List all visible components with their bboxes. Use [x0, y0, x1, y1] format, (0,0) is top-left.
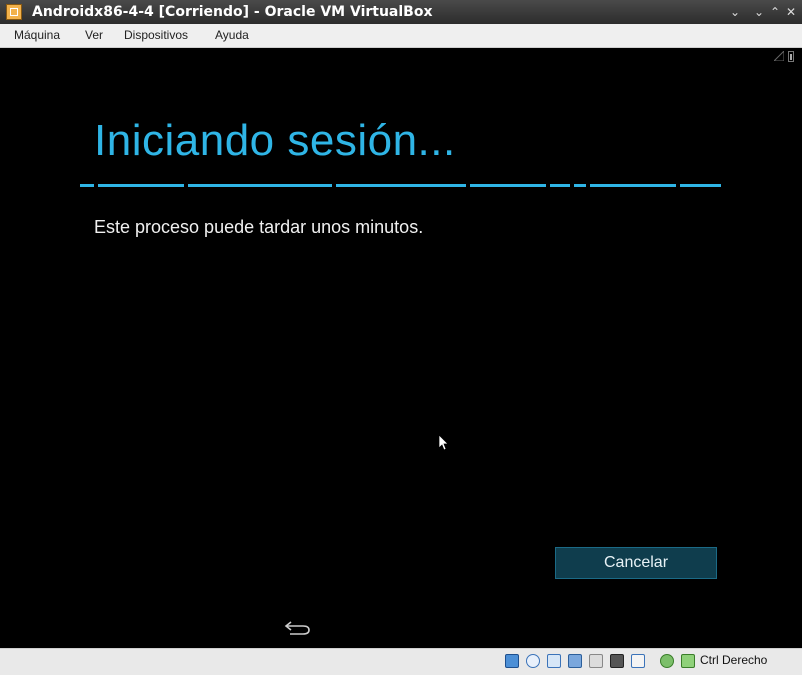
back-icon[interactable] — [282, 619, 312, 635]
window-title: Androidx86-4-4 [Corriendo] - Oracle VM V… — [32, 4, 433, 20]
menu-dispositivos[interactable]: Dispositivos — [124, 28, 188, 42]
hard-disk-icon[interactable] — [505, 654, 519, 668]
keyboard-capture-icon[interactable] — [681, 654, 695, 668]
window-menu-button[interactable]: ⌄ — [726, 3, 744, 21]
mouse-cursor-icon — [439, 435, 449, 451]
menu-ayuda[interactable]: Ayuda — [215, 28, 249, 42]
cancel-button[interactable]: Cancelar — [555, 547, 717, 579]
battery-icon — [788, 51, 794, 62]
video-capture-icon[interactable] — [631, 654, 645, 668]
close-button[interactable]: ✕ — [782, 3, 800, 21]
shared-folders-icon[interactable] — [589, 654, 603, 668]
statusbar: Ctrl Derecho — [0, 648, 802, 675]
signal-icon — [774, 51, 784, 61]
menu-maquina[interactable]: Máquina — [14, 28, 60, 42]
network-icon[interactable] — [568, 654, 582, 668]
progress-divider — [80, 184, 721, 187]
menu-ver[interactable]: Ver — [85, 28, 103, 42]
menubar: Máquina Ver Dispositivos Ayuda — [0, 24, 802, 48]
vm-screen[interactable]: Iniciando sesión... Este proceso puede t… — [0, 48, 802, 648]
window-titlebar[interactable]: Androidx86-4-4 [Corriendo] - Oracle VM V… — [0, 0, 802, 24]
usb-icon[interactable] — [547, 654, 561, 668]
host-key-label: Ctrl Derecho — [700, 653, 768, 667]
virtualbox-app-icon — [6, 4, 22, 20]
info-message: Este proceso puede tardar unos minutos. — [94, 217, 424, 237]
optical-drive-icon[interactable] — [526, 654, 540, 668]
display-icon[interactable] — [610, 654, 624, 668]
page-title: Iniciando sesión... — [94, 116, 456, 165]
mouse-integration-icon[interactable] — [660, 654, 674, 668]
